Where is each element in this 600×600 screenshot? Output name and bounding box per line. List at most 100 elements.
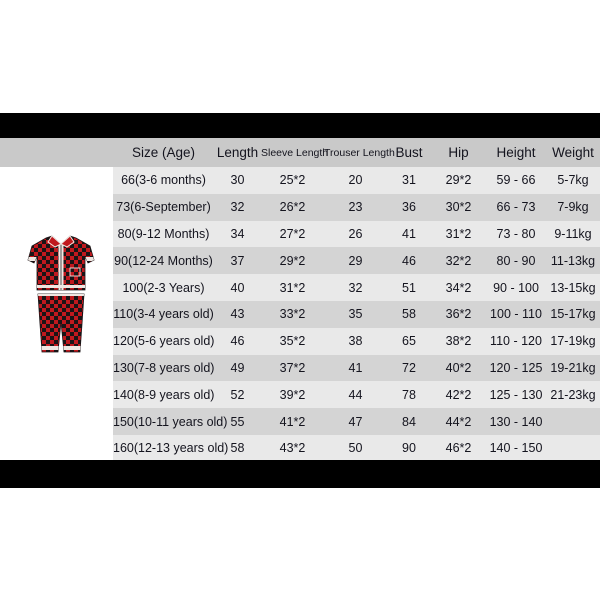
cell-trouser-length: 29 (324, 247, 387, 275)
cell-trouser-length: 38 (324, 327, 387, 355)
cell-trouser-length: 47 (324, 408, 387, 435)
cell-weight: 17-19kg (546, 327, 600, 355)
cell-sleeve-length: 27*2 (261, 220, 324, 248)
cell-trouser-length: 32 (324, 274, 387, 301)
column-header-hip: Hip (448, 145, 469, 160)
cell-sleeve-length: 26*2 (261, 193, 324, 221)
cell-height: 73 - 80 (486, 220, 546, 248)
cell-bust: 51 (387, 274, 431, 301)
column-header-trouser-length: Trouser Length (324, 146, 395, 159)
cell-length: 37 (214, 247, 261, 275)
cell-trouser-length: 26 (324, 220, 387, 248)
cell-size: 110(3-4 years old) (113, 300, 214, 328)
size-chart-screen: Size (Age) Length Sleeve Length Trouser … (0, 0, 600, 600)
cell-length: 40 (214, 274, 261, 301)
cell-size: 150(10-11 years old) (113, 408, 227, 435)
cell-hip: 46*2 (431, 434, 486, 462)
cell-size: 120(5-6 years old) (113, 327, 214, 355)
letterbox-bar-bottom (0, 460, 600, 488)
table-row: 140(8-9 years old) 52 39*2 44 78 42*2 125 - 13… (0, 381, 600, 409)
cell-size: 140(8-9 years old) (113, 381, 214, 409)
cell-weight: 7-9kg (546, 193, 600, 221)
cell-size: 73(6-September) (113, 193, 214, 221)
row-spacer (0, 408, 113, 435)
cell-height: 66 - 73 (486, 193, 546, 221)
cell-size: 80(9-12 Months) (113, 220, 214, 248)
cell-height: 59 - 66 (486, 167, 546, 194)
cell-hip: 29*2 (431, 167, 486, 194)
row-spacer (0, 274, 113, 301)
table-row: 66(3-6 months) 30 25*2 20 31 29*2 59 - 66 5-7kg (0, 167, 600, 194)
row-spacer (0, 194, 113, 221)
cell-weight: 11-13kg (546, 247, 600, 275)
cell-sleeve-length: 37*2 (261, 354, 324, 382)
cell-hip: 38*2 (431, 327, 486, 355)
cell-sleeve-length: 41*2 (261, 408, 324, 435)
cell-weight: 9-11kg (546, 220, 600, 248)
column-header-sleeve-length: Sleeve Length (261, 146, 329, 159)
cell-trouser-length: 44 (324, 381, 387, 409)
table-row: 73(6-September) 32 26*2 23 36 30*2 66 - 73 7-9k… (0, 193, 600, 221)
cell-length: 49 (214, 354, 261, 382)
table-row: 150(10-11 years old) 55 41*2 47 84 44*2 130 - … (0, 408, 600, 435)
cell-size: 160(12-13 years old) (113, 434, 228, 462)
cell-weight: 13-15kg (546, 274, 600, 301)
cell-bust: 78 (387, 381, 431, 409)
cell-bust: 41 (387, 220, 431, 248)
table-row: 100(2-3 Years) 40 31*2 32 51 34*2 90 - 100 13-1… (0, 274, 600, 301)
cell-sleeve-length: 25*2 (261, 167, 324, 194)
cell-weight: 19-21kg (546, 354, 600, 382)
table-row: 120(5-6 years old) 46 35*2 38 65 38*2 110 - 12… (0, 327, 600, 355)
table-row: 90(12-24 Months) 37 29*2 29 46 32*2 80 - 90 11-… (0, 247, 600, 275)
header-spacer (0, 138, 113, 167)
cell-bust: 65 (387, 327, 431, 355)
column-header-height: Height (496, 145, 536, 160)
row-spacer (0, 221, 113, 248)
table-row: 160(12-13 years old) 58 43*2 50 90 46*2 140 - … (0, 434, 600, 462)
row-spacer (0, 301, 113, 328)
cell-size: 130(7-8 years old) (113, 354, 214, 382)
cell-hip: 36*2 (431, 300, 486, 328)
cell-height: 140 - 150 (486, 434, 546, 462)
cell-length: 34 (214, 220, 261, 248)
row-spacer (0, 381, 113, 408)
cell-bust: 84 (387, 408, 431, 435)
cell-bust: 90 (387, 434, 431, 462)
table-header-row: Size (Age) Length Sleeve Length Trouser … (0, 138, 600, 167)
cell-hip: 32*2 (431, 247, 486, 275)
cell-size: 90(12-24 Months) (113, 247, 214, 275)
cell-trouser-length: 20 (324, 167, 387, 194)
cell-height: 110 - 120 (486, 327, 546, 355)
cell-hip: 42*2 (431, 381, 486, 409)
cell-weight: 21-23kg (546, 381, 600, 409)
table-row: 110(3-4 years old) 43 33*2 35 58 36*2 100 - 11… (0, 300, 600, 328)
cell-bust: 36 (387, 193, 431, 221)
cell-trouser-length: 23 (324, 193, 387, 221)
cell-sleeve-length: 29*2 (261, 247, 324, 275)
column-header-weight: Weight (552, 145, 594, 160)
row-spacer (0, 355, 113, 382)
cell-hip: 31*2 (431, 220, 486, 248)
cell-hip: 34*2 (431, 274, 486, 301)
cell-height: 130 - 140 (486, 408, 546, 435)
cell-sleeve-length: 43*2 (261, 434, 324, 462)
cell-bust: 31 (387, 167, 431, 194)
row-spacer (0, 247, 113, 274)
cell-hip: 40*2 (431, 354, 486, 382)
cell-length: 52 (214, 381, 261, 409)
table-row: 80(9-12 Months) 34 27*2 26 41 31*2 73 - 80 9-11… (0, 220, 600, 248)
cell-trouser-length: 35 (324, 300, 387, 328)
column-header-size: Size (Age) (131, 145, 196, 160)
cell-sleeve-length: 33*2 (261, 300, 324, 328)
size-chart-table: Size (Age) Length Sleeve Length Trouser … (0, 138, 600, 462)
cell-size: 100(2-3 Years) (113, 274, 214, 301)
cell-trouser-length: 50 (324, 434, 387, 462)
cell-trouser-length: 41 (324, 354, 387, 382)
cell-sleeve-length: 35*2 (261, 327, 324, 355)
cell-length: 30 (214, 167, 261, 194)
cell-size: 66(3-6 months) (113, 167, 214, 194)
cell-length: 32 (214, 193, 261, 221)
cell-weight: 5-7kg (546, 167, 600, 194)
cell-length: 46 (214, 327, 261, 355)
row-spacer (0, 435, 113, 462)
